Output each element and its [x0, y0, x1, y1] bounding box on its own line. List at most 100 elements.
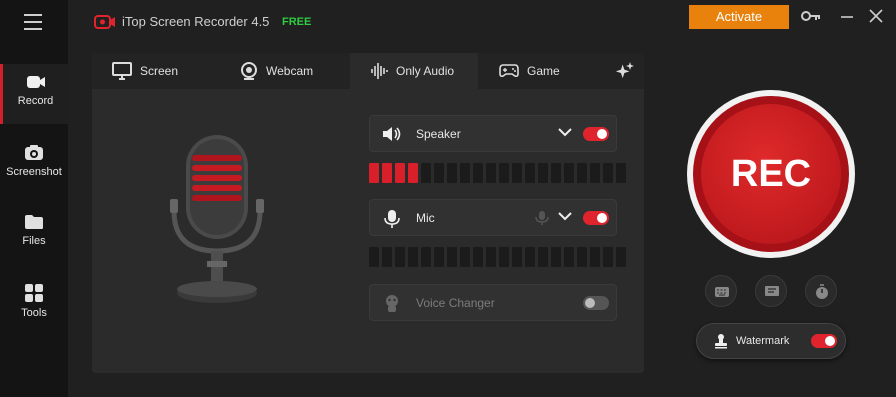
sidebar: Record Screenshot Files Tools: [0, 0, 68, 397]
level-segment: [382, 163, 392, 183]
voice-changer-label: Voice Changer: [416, 296, 495, 310]
level-segment: [473, 247, 483, 267]
level-segment: [447, 247, 457, 267]
speaker-level-meter: [369, 163, 626, 183]
speaker-toggle[interactable]: [583, 127, 609, 141]
level-segment: [408, 247, 418, 267]
rec-button-ring: REC: [693, 96, 849, 252]
level-segment: [460, 247, 470, 267]
level-segment: [395, 247, 405, 267]
speaker-row: Speaker: [369, 115, 617, 152]
level-segment: [590, 163, 600, 183]
audio-wave-icon: [371, 63, 388, 79]
mic-icon: [384, 210, 400, 228]
level-segment: [616, 163, 626, 183]
level-segment: [369, 163, 379, 183]
voice-changer-icon: [386, 295, 398, 312]
microphone-illustration: [170, 135, 264, 303]
webcam-icon: [241, 62, 257, 80]
close-icon[interactable]: [869, 9, 883, 23]
monitor-icon: [112, 62, 132, 80]
stamp-icon: [715, 334, 727, 349]
app-title: iTop Screen Recorder 4.5: [122, 14, 270, 29]
folder-icon: [25, 215, 43, 229]
sidebar-item-label: Screenshot: [6, 166, 62, 178]
tab-webcam[interactable]: Webcam: [240, 53, 350, 89]
app-logo-icon: [94, 15, 115, 29]
watermark-pill[interactable]: Watermark: [696, 323, 846, 359]
keyboard-icon: [715, 287, 729, 297]
level-segment: [499, 163, 509, 183]
tab-game[interactable]: Game: [499, 53, 589, 89]
activate-button[interactable]: Activate: [689, 5, 789, 29]
level-segment: [603, 163, 613, 183]
level-segment: [447, 163, 457, 183]
level-segment: [473, 163, 483, 183]
level-segment: [408, 163, 418, 183]
level-segment: [538, 247, 548, 267]
chevron-down-icon[interactable]: [558, 211, 572, 221]
rec-button-frame: REC: [687, 90, 855, 258]
voice-changer-row: Voice Changer: [369, 284, 617, 321]
mic-label: Mic: [416, 211, 435, 225]
level-segment: [538, 163, 548, 183]
level-segment: [525, 247, 535, 267]
level-segment: [395, 163, 405, 183]
recording-panel: Screen Webcam Only Audio Game Speaker Mi…: [92, 53, 644, 373]
sparkle-icon[interactable]: [615, 62, 635, 82]
mode-tabs: Screen Webcam Only Audio Game: [92, 53, 644, 89]
level-segment: [512, 247, 522, 267]
level-segment: [590, 247, 600, 267]
sidebar-item-label: Tools: [21, 307, 47, 319]
level-segment: [564, 163, 574, 183]
tab-label: Webcam: [266, 64, 314, 78]
level-segment: [486, 163, 496, 183]
level-segment: [577, 247, 587, 267]
mic-toggle[interactable]: [583, 211, 609, 225]
tab-label: Only Audio: [396, 64, 455, 78]
minimize-icon[interactable]: [840, 10, 854, 24]
screenshot-icon: [25, 145, 43, 160]
level-segment: [421, 247, 431, 267]
keyboard-shortcut-button[interactable]: [705, 275, 737, 307]
tab-only-audio[interactable]: Only Audio: [350, 53, 478, 89]
level-segment: [460, 163, 470, 183]
level-segment: [499, 247, 509, 267]
sidebar-item-files[interactable]: Files: [0, 204, 68, 264]
level-segment: [512, 163, 522, 183]
level-segment: [551, 163, 561, 183]
speaker-label: Speaker: [416, 127, 461, 141]
level-segment: [486, 247, 496, 267]
sidebar-item-label: Files: [22, 235, 46, 247]
watermark-toggle[interactable]: [811, 334, 837, 348]
sidebar-item-label: Record: [17, 95, 54, 107]
mic-row: Mic: [369, 199, 617, 236]
level-segment: [577, 163, 587, 183]
tab-label: Game: [527, 64, 560, 78]
tools-grid-icon: [25, 284, 43, 302]
voice-changer-toggle[interactable]: [583, 296, 609, 310]
key-icon[interactable]: [801, 10, 821, 22]
sidebar-item-record[interactable]: Record: [0, 64, 68, 124]
tab-label: Screen: [140, 64, 179, 78]
level-segment: [616, 247, 626, 267]
tab-screen[interactable]: Screen: [112, 53, 212, 89]
sidebar-item-screenshot[interactable]: Screenshot: [0, 134, 68, 194]
speaker-icon: [383, 127, 401, 141]
level-segment: [434, 163, 444, 183]
level-segment: [603, 247, 613, 267]
presentation-button[interactable]: [755, 275, 787, 307]
app-window: Record Screenshot Files Tools iTop Scree…: [0, 0, 896, 397]
rec-button[interactable]: REC: [701, 104, 841, 244]
level-segment: [369, 247, 379, 267]
level-segment: [382, 247, 392, 267]
schedule-timer-button[interactable]: [805, 275, 837, 307]
noise-reduction-icon[interactable]: [535, 210, 549, 226]
level-segment: [564, 247, 574, 267]
chevron-down-icon[interactable]: [558, 127, 572, 137]
presentation-icon: [765, 286, 779, 300]
menu-icon[interactable]: [24, 14, 42, 30]
sidebar-item-tools[interactable]: Tools: [0, 274, 68, 334]
level-segment: [434, 247, 444, 267]
timer-icon: [816, 284, 828, 299]
